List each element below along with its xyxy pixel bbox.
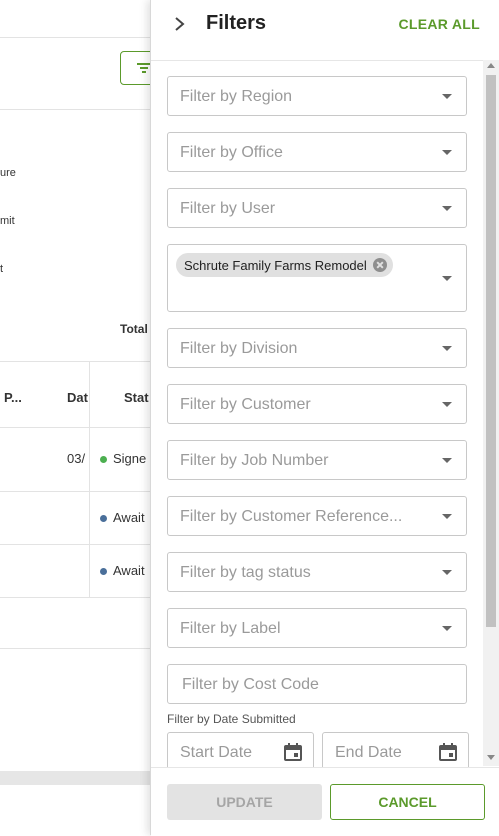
status-dot-icon: [100, 568, 107, 576]
divider: [0, 491, 150, 492]
customer-reference-placeholder: Filter by Customer Reference...: [180, 508, 403, 525]
summary-label: t: [0, 263, 4, 275]
project-select[interactable]: Schrute Family Farms Remodel: [167, 244, 467, 312]
division-select[interactable]: Filter by Division: [167, 328, 467, 368]
filters-panel: Filters CLEAR ALL Filter by Region Filte…: [150, 0, 499, 836]
calendar-icon[interactable]: [283, 742, 303, 762]
dropdown-arrow-icon: [442, 570, 452, 575]
region-select[interactable]: Filter by Region: [167, 76, 467, 116]
end-date-placeholder: End Date: [335, 744, 402, 761]
update-button[interactable]: UPDATE: [167, 784, 322, 820]
status-text: Await: [113, 510, 145, 525]
dropdown-arrow-icon: [442, 206, 452, 211]
division-placeholder: Filter by Division: [180, 340, 298, 357]
customer-placeholder: Filter by Customer: [180, 396, 311, 413]
status-dot-icon: [100, 515, 107, 523]
panel-header: Filters CLEAR ALL: [151, 0, 499, 61]
dropdown-arrow-icon: [442, 458, 452, 463]
table-cell: 03/: [67, 451, 86, 466]
job-number-placeholder: Filter by Job Number: [180, 452, 329, 469]
cancel-button[interactable]: CANCEL: [330, 784, 485, 820]
clear-all-button[interactable]: CLEAR ALL: [398, 16, 480, 32]
remove-chip-icon[interactable]: [372, 258, 387, 272]
panel-title: Filters: [206, 12, 267, 34]
cost-code-input[interactable]: Filter by Cost Code: [167, 664, 467, 704]
tag-status-placeholder: Filter by tag status: [180, 564, 311, 581]
project-chip[interactable]: Schrute Family Farms Remodel: [176, 253, 393, 277]
start-date-placeholder: Start Date: [180, 744, 253, 761]
job-number-select[interactable]: Filter by Job Number: [167, 440, 467, 480]
start-date-input[interactable]: Start Date: [167, 732, 314, 772]
status-text: Await: [113, 563, 145, 578]
customer-select[interactable]: Filter by Customer: [167, 384, 467, 424]
tag-status-select[interactable]: Filter by tag status: [167, 552, 467, 592]
column-divider: [89, 362, 90, 598]
panel-footer: UPDATE CANCEL: [151, 767, 499, 836]
summary-label: mit: [0, 215, 15, 227]
user-select[interactable]: Filter by User: [167, 188, 467, 228]
dropdown-arrow-icon: [442, 514, 452, 519]
scrollbar-thumb[interactable]: [486, 75, 496, 627]
divider: [0, 361, 150, 362]
scroll-up-icon[interactable]: [487, 63, 495, 68]
status-text: Signe: [113, 451, 147, 466]
label-placeholder: Filter by Label: [180, 620, 281, 637]
status-dot-icon: [100, 456, 107, 464]
column-header[interactable]: P...: [4, 390, 22, 405]
chip-label: Schrute Family Farms Remodel: [184, 257, 367, 273]
end-date-input[interactable]: End Date: [322, 732, 469, 772]
scroll-down-icon[interactable]: [487, 755, 495, 760]
customer-reference-select[interactable]: Filter by Customer Reference...: [167, 496, 467, 536]
dropdown-arrow-icon: [442, 346, 452, 351]
divider: [0, 109, 150, 110]
dropdown-arrow-icon: [442, 626, 452, 631]
column-header[interactable]: Stat: [124, 390, 149, 405]
label-select[interactable]: Filter by Label: [167, 608, 467, 648]
divider: [0, 427, 150, 428]
divider: [0, 648, 150, 649]
divider: [0, 37, 150, 38]
divider: [0, 597, 150, 598]
divider: [0, 544, 150, 545]
dropdown-arrow-icon: [442, 150, 452, 155]
dropdown-arrow-icon: [442, 402, 452, 407]
office-placeholder: Filter by Office: [180, 144, 283, 161]
horizontal-scrollbar[interactable]: [0, 771, 160, 785]
calendar-icon[interactable]: [438, 742, 458, 762]
user-placeholder: Filter by User: [180, 200, 276, 217]
status-cell: Await: [100, 510, 145, 525]
status-cell: Signe: [100, 451, 146, 466]
total-label: Total: [120, 322, 148, 336]
column-header[interactable]: Dat: [67, 390, 88, 405]
office-select[interactable]: Filter by Office: [167, 132, 467, 172]
date-submitted-label: Filter by Date Submitted: [167, 712, 296, 726]
filter-icon: [137, 63, 151, 73]
dropdown-arrow-icon: [442, 94, 452, 99]
status-cell: Await: [100, 563, 145, 578]
chevron-right-icon[interactable]: [173, 15, 187, 33]
summary-label: ure: [0, 167, 16, 179]
dropdown-arrow-icon: [442, 276, 452, 281]
cost-code-placeholder: Filter by Cost Code: [182, 676, 319, 693]
region-placeholder: Filter by Region: [180, 88, 293, 105]
